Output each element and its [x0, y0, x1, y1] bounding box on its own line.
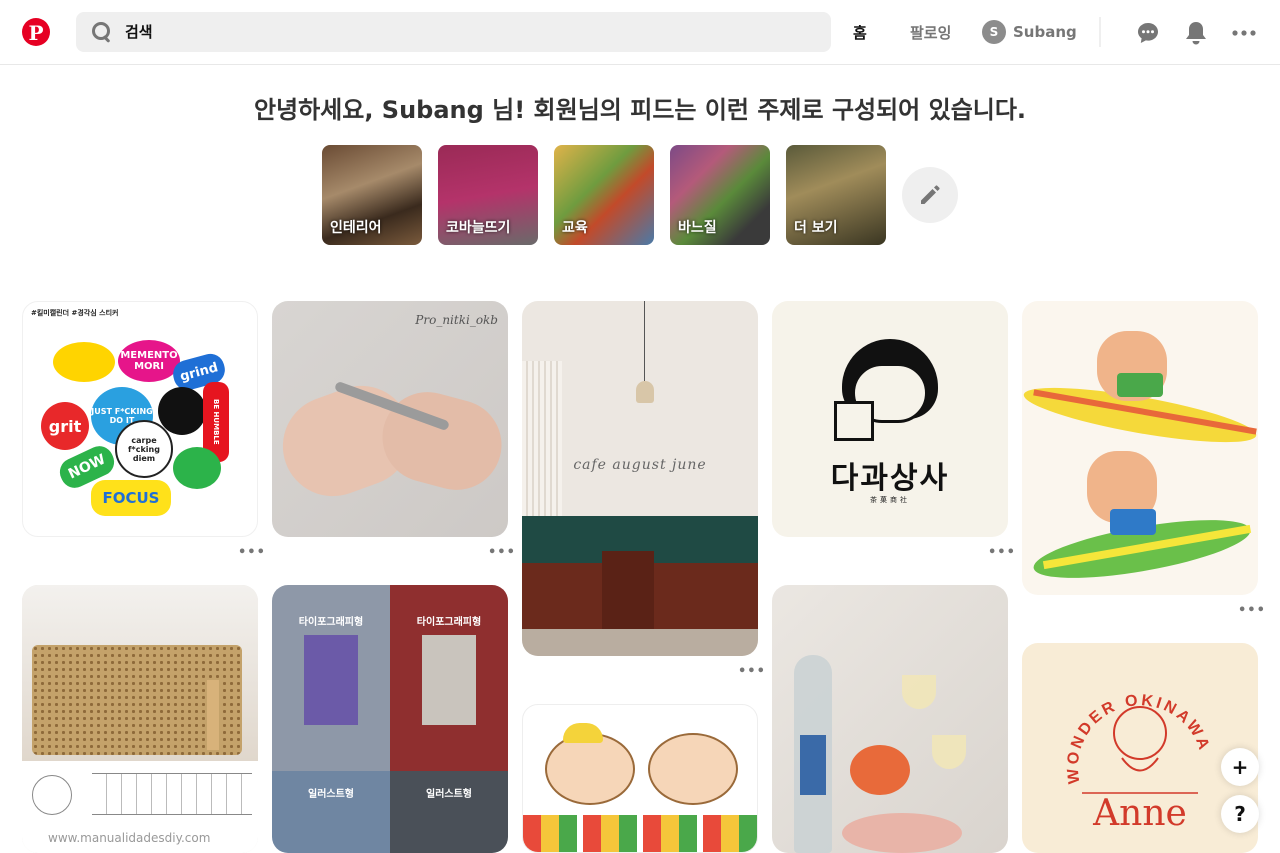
pin-surfer-illustration[interactable] — [1022, 301, 1258, 595]
search-icon — [91, 21, 113, 43]
add-button[interactable]: + — [1221, 748, 1259, 786]
food-cards — [523, 815, 757, 852]
username: Subang — [1013, 23, 1077, 41]
pin-dagwa-logo[interactable]: 다과상사 茶菓商社 — [772, 301, 1008, 537]
topic-education[interactable]: 교육 — [554, 145, 654, 245]
sticker-smile — [173, 447, 221, 489]
sticker-focus: FOCUS — [91, 480, 171, 516]
pin-wine-table[interactable] — [772, 585, 1008, 853]
table — [602, 551, 654, 629]
bag-tassel — [207, 680, 219, 750]
sticker-eye — [158, 387, 206, 435]
search-bar[interactable] — [76, 12, 831, 52]
nav-following-link[interactable]: 팔로잉 — [910, 22, 951, 43]
pin-more-button[interactable]: ••• — [1238, 603, 1266, 618]
pin-cafe-interior[interactable]: cafe august june — [522, 301, 758, 656]
floor — [522, 629, 758, 656]
crochet-diagram — [32, 775, 72, 815]
plate — [842, 813, 962, 853]
nav-home-link[interactable]: 홈 — [853, 22, 867, 43]
bottle-label — [800, 735, 826, 795]
book-tile-3: 일러스트형 — [272, 771, 390, 853]
child-hat — [563, 723, 603, 743]
wall-slats — [522, 361, 562, 541]
sticker-memento: MEMENTO MORI — [118, 340, 180, 382]
pin-more-button[interactable]: ••• — [738, 664, 766, 679]
sticker-grit: grit — [41, 402, 89, 450]
topic-sewing[interactable]: 바느질 — [670, 145, 770, 245]
orange-slice — [850, 745, 910, 795]
surfer-shorts — [1110, 509, 1156, 535]
feed-greeting: 안녕하세요, Subang 님! 회원님의 피드는 이런 주제로 구성되어 있습… — [253, 96, 1027, 124]
edit-topics-button[interactable] — [902, 167, 958, 223]
book-tile-1: 타이포그래피형 — [272, 585, 390, 771]
top-nav-bar: P 홈 팔로잉 S Subang — [0, 0, 1280, 65]
book-tile-2: 타이포그래피형 — [390, 585, 508, 771]
search-input[interactable] — [125, 23, 805, 41]
pin-books[interactable]: 타이포그래피형 타이포그래피형 일러스트형 일러스트형 — [272, 585, 508, 853]
book-tile-4: 일러스트형 — [390, 771, 508, 853]
topic-chips: 인테리어 코바늘뜨기 교육 바느질 더 보기 — [322, 145, 958, 245]
lamp-cord — [644, 301, 645, 381]
wine-glass — [902, 675, 936, 709]
pin-knitting-video[interactable]: Pro_nitki_okb — [272, 301, 508, 537]
child-face — [545, 733, 635, 805]
book-cover — [304, 635, 358, 725]
logo-cup — [834, 401, 874, 441]
book-cover — [422, 635, 476, 725]
child-face — [648, 733, 738, 805]
pin-stickers[interactable]: #킬미캘린더 #경각심 스티커 MEMENTO MORI grind grit … — [22, 301, 258, 537]
pin-more-button[interactable]: ••• — [238, 545, 266, 560]
pin-education-faces[interactable] — [522, 704, 758, 853]
sticker-carpe: carpe f*cking diem — [115, 420, 173, 478]
pin-more-button[interactable]: ••• — [988, 545, 1016, 560]
nav-divider — [1099, 17, 1101, 47]
wine-glass — [932, 735, 966, 769]
more-options-icon[interactable] — [1231, 20, 1257, 46]
pinterest-logo[interactable]: P — [22, 18, 50, 46]
crochet-pattern — [92, 773, 252, 815]
surfer-shorts — [1117, 373, 1163, 397]
chat-icon[interactable] — [1135, 20, 1161, 46]
pin-more-button[interactable]: ••• — [488, 545, 516, 560]
avatar: S — [982, 20, 1006, 44]
topic-more[interactable]: 더 보기 — [786, 145, 886, 245]
sticker-shape — [53, 342, 115, 382]
bell-icon[interactable] — [1183, 20, 1209, 46]
topic-interior[interactable]: 인테리어 — [322, 145, 422, 245]
profile-link[interactable]: S Subang — [982, 20, 1077, 44]
pencil-icon — [921, 185, 940, 204]
topic-crochet[interactable]: 코바늘뜨기 — [438, 145, 538, 245]
pin-crochet-clutch[interactable]: www.manualidadesdiy.com — [22, 585, 258, 853]
help-button[interactable]: ? — [1221, 795, 1259, 833]
pendant-lamp — [636, 381, 654, 403]
